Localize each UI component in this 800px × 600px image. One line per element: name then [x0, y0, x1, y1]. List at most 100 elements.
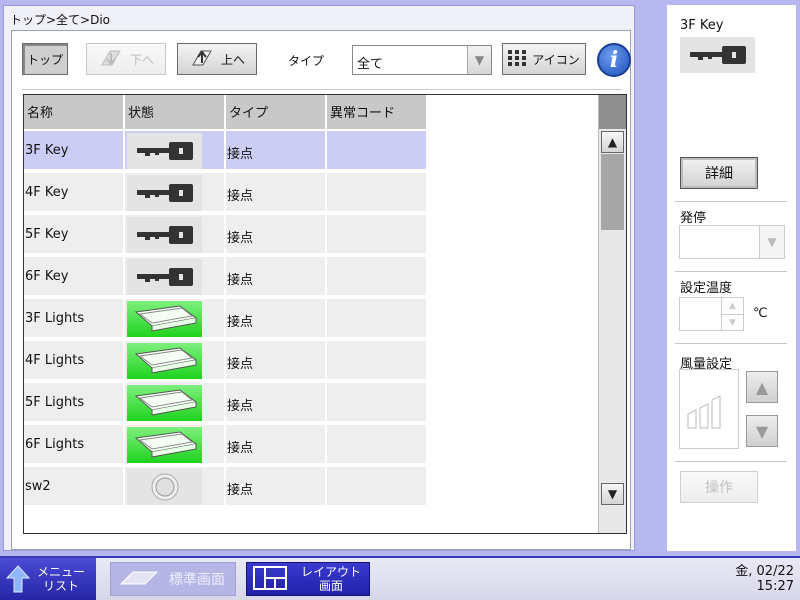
layout-label-line1: レイアウト [300, 565, 361, 579]
clock-date: 金, 02/22 [735, 564, 794, 579]
key-icon [127, 217, 202, 253]
menu-label-line2: リスト [42, 579, 79, 593]
name-cell: 3F Key [24, 131, 125, 171]
name-cell: 4F Lights [24, 341, 125, 381]
divider [675, 271, 787, 272]
move-down-icon [98, 47, 124, 72]
layout-label-line2: 画面 [318, 579, 343, 593]
type-cell: 接点 [226, 131, 327, 171]
fan-speed-indicator [679, 369, 739, 449]
table-row[interactable]: 5F Lights 接点 [24, 383, 428, 425]
state-cell [125, 467, 226, 507]
key-icon [680, 37, 755, 73]
vertical-scrollbar[interactable]: ▲ ▼ [598, 95, 626, 533]
type-cell: 接点 [226, 299, 327, 339]
top-button[interactable]: トップ [22, 43, 68, 75]
content-area: トップ 下へ 上へ タイプ 全て ▼ アイコン i 名称 状態 タイプ 異常コー… [11, 30, 631, 550]
table-row[interactable]: 6F Lights 接点 [24, 425, 428, 467]
layout-screen-button[interactable]: レイアウト 画面 [246, 562, 370, 596]
state-cell [125, 257, 226, 297]
fan-up-button[interactable]: ▲ [746, 371, 778, 403]
chevron-down-icon[interactable]: ▼ [467, 46, 491, 74]
table-row[interactable]: 3F Lights 接点 [24, 299, 428, 341]
up-button-label: 上へ [220, 52, 245, 67]
divider [675, 461, 787, 462]
column-header-name[interactable]: 名称 [24, 95, 125, 129]
increment-icon[interactable]: ▲ [721, 298, 743, 314]
onoff-select[interactable]: ▼ [679, 225, 785, 259]
arrow-down-icon: ▼ [755, 421, 769, 441]
right-panel: 3F Key 詳細 発停 ▼ 設定温度 ▲ ▼ ℃ 風量設定 ▲ ▼ 操作 [645, 5, 796, 551]
table-row[interactable]: 5F Key 接点 [24, 215, 428, 257]
type-cell: 接点 [226, 257, 327, 297]
icon-view-button[interactable]: アイコン [502, 43, 586, 75]
standard-screen-button[interactable]: 標準画面 [110, 562, 236, 596]
divider [22, 89, 622, 90]
scroll-up-icon[interactable]: ▲ [601, 131, 624, 153]
fan-down-button[interactable]: ▼ [746, 415, 778, 447]
clock: 金, 02/22 15:27 [735, 564, 794, 594]
type-cell: 接点 [226, 425, 327, 465]
key-icon [127, 133, 202, 169]
type-select[interactable]: 全て ▼ [352, 45, 492, 75]
name-cell: 5F Key [24, 215, 125, 255]
type-cell: 接点 [226, 467, 327, 507]
arrow-up-icon: ▲ [755, 377, 769, 397]
temperature-unit: ℃ [753, 306, 768, 321]
scroll-down-icon[interactable]: ▼ [601, 483, 624, 505]
light-icon [127, 343, 202, 379]
selected-device-title: 3F Key [680, 18, 724, 33]
state-cell [125, 341, 226, 381]
move-up-icon [189, 47, 215, 72]
scroll-thumb[interactable] [601, 154, 624, 230]
main-panel: トップ>全て>Dio トップ 下へ 上へ タイプ 全て ▼ アイコン i 名称 … [3, 5, 635, 551]
state-cell [125, 215, 226, 255]
error-cell [327, 341, 428, 381]
detail-panel: 3F Key 詳細 発停 ▼ 設定温度 ▲ ▼ ℃ 風量設定 ▲ ▼ 操作 [667, 5, 796, 551]
operate-button[interactable]: 操作 [680, 471, 758, 503]
column-header-type[interactable]: タイプ [226, 95, 327, 129]
down-button[interactable]: 下へ [86, 43, 166, 75]
column-header-error-code[interactable]: 異常コード [327, 95, 428, 129]
divider [675, 343, 787, 344]
error-cell [327, 299, 428, 339]
detail-button[interactable]: 詳細 [680, 157, 758, 189]
name-cell: 3F Lights [24, 299, 125, 339]
menu-list-button[interactable]: メニュー リスト [0, 558, 96, 600]
grid-icon [508, 49, 527, 69]
table-row[interactable]: 4F Lights 接点 [24, 341, 428, 383]
decrement-icon[interactable]: ▼ [721, 314, 743, 330]
onoff-label: 発停 [680, 211, 707, 226]
table-row[interactable]: 3F Key 接点 [24, 131, 428, 173]
light-icon [127, 427, 202, 463]
temperature-stepper[interactable]: ▲ ▼ [679, 297, 744, 331]
state-cell [125, 173, 226, 213]
key-icon [127, 175, 202, 211]
name-cell: 5F Lights [24, 383, 125, 423]
toolbar: トップ 下へ 上へ タイプ 全て ▼ アイコン i [22, 43, 631, 77]
layout-icon [253, 565, 287, 593]
error-cell [327, 467, 428, 507]
state-cell [125, 299, 226, 339]
light-icon [127, 385, 202, 421]
chevron-down-icon[interactable]: ▼ [759, 226, 784, 258]
icon-view-label: アイコン [532, 52, 580, 67]
taskbar: メニュー リスト 標準画面 レイアウト 画面 金, 02/22 15:27 [0, 556, 800, 600]
name-cell: sw2 [24, 467, 125, 507]
error-cell [327, 173, 428, 213]
table-header: 名称 状態 タイプ 異常コード [24, 95, 428, 129]
type-cell: 接点 [226, 341, 327, 381]
state-cell [125, 425, 226, 465]
type-cell: 接点 [226, 173, 327, 213]
clock-time: 15:27 [756, 579, 794, 594]
state-cell [125, 131, 226, 171]
column-header-state[interactable]: 状態 [125, 95, 226, 129]
table-row[interactable]: sw2 接点 [24, 467, 428, 509]
table-row[interactable]: 6F Key 接点 [24, 257, 428, 299]
state-cell [125, 383, 226, 423]
arrow-up-icon [0, 558, 36, 600]
up-button[interactable]: 上へ [177, 43, 257, 75]
info-icon[interactable]: i [597, 43, 631, 77]
table-row[interactable]: 4F Key 接点 [24, 173, 428, 215]
error-cell [327, 131, 428, 171]
